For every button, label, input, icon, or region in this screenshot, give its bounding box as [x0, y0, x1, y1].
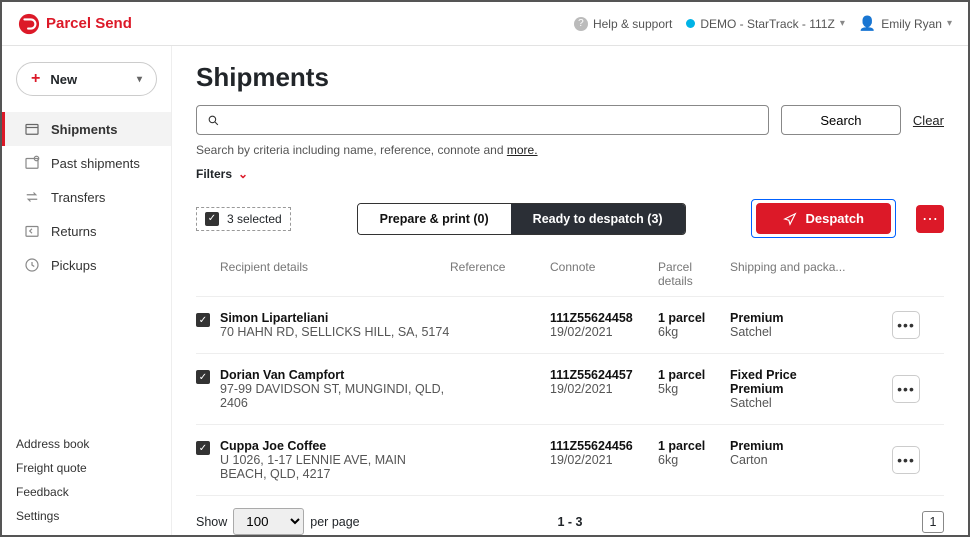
search-hint: Search by criteria including name, refer… [196, 143, 944, 157]
select-all-checkbox[interactable]: ✓ [205, 212, 219, 226]
sidebar-link-feedback[interactable]: Feedback [16, 485, 157, 499]
pager-perpage-label: per page [310, 515, 359, 529]
send-icon [783, 212, 797, 226]
col-parcel: Parcel details [658, 260, 730, 288]
more-icon: ••• [897, 381, 915, 397]
tab-ready-despatch[interactable]: Ready to despatch (3) [511, 204, 685, 234]
connote-date: 19/02/2021 [550, 453, 658, 467]
brand-name: Parcel Send [46, 15, 132, 32]
sidebar-link-settings[interactable]: Settings [16, 509, 157, 523]
recipient-address: U 1026, 1-17 LENNIE AVE, MAIN BEACH, QLD… [220, 453, 450, 481]
chevron-down-icon: ▾ [840, 18, 845, 29]
transfers-icon [23, 188, 41, 206]
search-icon [207, 114, 220, 127]
col-recipient: Recipient details [220, 260, 450, 288]
shipping-info: PremiumSatchel [730, 311, 880, 339]
col-shipping: Shipping and packa... [730, 260, 880, 288]
auspost-logo-icon [18, 13, 40, 35]
recipient-address: 97-99 DAVIDSON ST, MUNGINDI, QLD, 2406 [220, 382, 450, 410]
pickups-icon [23, 256, 41, 274]
page-number[interactable]: 1 [922, 511, 944, 533]
new-button[interactable]: + New ▾ [16, 62, 157, 96]
brand-logo[interactable]: Parcel Send [18, 13, 132, 35]
chevron-down-icon: ⌄ [238, 167, 248, 181]
parcel-count: 1 parcel [658, 368, 730, 382]
pager-range: 1 - 3 [557, 515, 582, 529]
user-menu[interactable]: 👤 Emily Ryan ▾ [859, 15, 952, 32]
row-checkbox[interactable]: ✓ [196, 313, 210, 327]
more-icon: ⋯ [922, 209, 938, 229]
parcel-count: 1 parcel [658, 311, 730, 325]
table-row: ✓ Dorian Van Campfort 97-99 DAVIDSON ST,… [196, 354, 944, 425]
chevron-down-icon: ▾ [947, 18, 952, 29]
help-icon: ? [574, 17, 588, 31]
recipient-address: 70 HAHN RD, SELLICKS HILL, SA, 5174 [220, 325, 450, 339]
more-icon: ••• [897, 452, 915, 468]
connote-number: 111Z55624458 [550, 311, 658, 325]
sidebar-item-pickups[interactable]: Pickups [2, 248, 171, 282]
connote-number: 111Z55624457 [550, 368, 658, 382]
connote-date: 19/02/2021 [550, 382, 658, 396]
sidebar-link-freight-quote[interactable]: Freight quote [16, 461, 157, 475]
col-connote: Connote [550, 260, 658, 288]
parcel-weight: 6kg [658, 453, 730, 467]
parcel-weight: 6kg [658, 325, 730, 339]
chevron-down-icon: ▾ [137, 74, 142, 85]
connote-date: 19/02/2021 [550, 325, 658, 339]
sidebar-item-past-shipments[interactable]: Past shipments [2, 146, 171, 180]
clear-link[interactable]: Clear [913, 113, 944, 128]
shipping-info: PremiumCarton [730, 439, 880, 467]
status-dot-icon [686, 19, 695, 28]
filters-toggle[interactable]: Filters ⌄ [196, 167, 944, 181]
despatch-button[interactable]: Despatch [756, 203, 891, 234]
search-box[interactable] [196, 105, 769, 135]
returns-icon [23, 222, 41, 240]
row-checkbox[interactable]: ✓ [196, 441, 210, 455]
parcel-count: 1 parcel [658, 439, 730, 453]
shipments-icon [23, 120, 41, 138]
user-icon: 👤 [859, 15, 876, 32]
connote-number: 111Z55624456 [550, 439, 658, 453]
more-actions-button[interactable]: ⋯ [916, 205, 944, 233]
recipient-name: Dorian Van Campfort [220, 368, 450, 382]
shipping-info: Fixed PricePremiumSatchel [730, 368, 880, 410]
row-checkbox[interactable]: ✓ [196, 370, 210, 384]
recipient-name: Cuppa Joe Coffee [220, 439, 450, 453]
help-link[interactable]: ? Help & support [574, 17, 672, 31]
plus-icon: + [31, 71, 40, 87]
search-input[interactable] [228, 112, 758, 129]
parcel-weight: 5kg [658, 382, 730, 396]
sidebar-item-shipments[interactable]: Shipments [2, 112, 171, 146]
sidebar-item-returns[interactable]: Returns [2, 214, 171, 248]
table-row: ✓ Cuppa Joe Coffee U 1026, 1-17 LENNIE A… [196, 425, 944, 496]
account-switcher[interactable]: DEMO - StarTrack - 111Z ▾ [686, 17, 845, 31]
page-title: Shipments [196, 62, 944, 93]
status-tabs: Prepare & print (0) Ready to despatch (3… [357, 203, 686, 235]
tab-prepare-print[interactable]: Prepare & print (0) [358, 204, 511, 234]
row-more-button[interactable]: ••• [892, 446, 920, 474]
sidebar-item-transfers[interactable]: Transfers [2, 180, 171, 214]
selection-count[interactable]: ✓ 3 selected [196, 207, 291, 231]
table-row: ✓ Simon Liparteliani 70 HAHN RD, SELLICK… [196, 297, 944, 354]
row-more-button[interactable]: ••• [892, 311, 920, 339]
col-reference: Reference [450, 260, 550, 288]
recipient-name: Simon Liparteliani [220, 311, 450, 325]
page-size-select[interactable]: 100 [233, 508, 304, 535]
row-more-button[interactable]: ••• [892, 375, 920, 403]
search-button[interactable]: Search [781, 105, 901, 135]
more-criteria-link[interactable]: more. [507, 143, 538, 157]
pager-show-label: Show [196, 515, 227, 529]
sidebar-link-address-book[interactable]: Address book [16, 437, 157, 451]
past-shipments-icon [23, 154, 41, 172]
more-icon: ••• [897, 317, 915, 333]
